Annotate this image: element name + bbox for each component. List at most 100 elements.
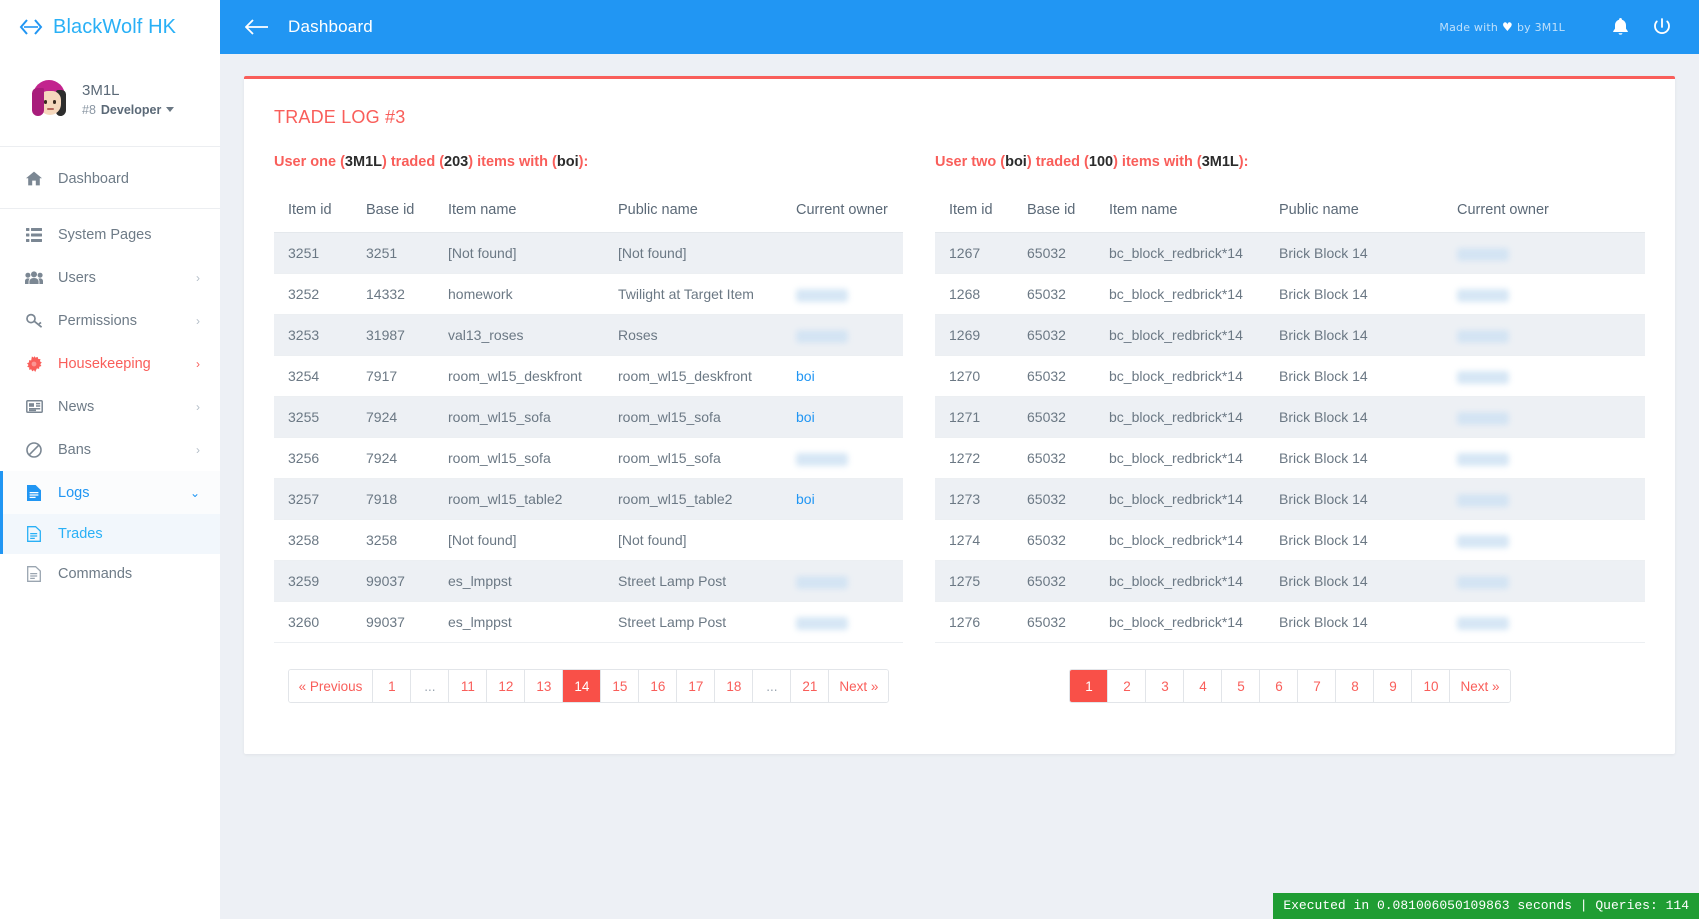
cell-current-owner[interactable]	[1443, 232, 1645, 274]
owner-link[interactable]: boi	[796, 409, 815, 425]
pagination-page-next[interactable]: Next »	[1450, 670, 1510, 702]
cell-current-owner	[782, 519, 903, 561]
pagination-page-18[interactable]: 18	[715, 670, 754, 702]
owner-redacted[interactable]	[1457, 329, 1509, 343]
main-area: Dashboard Made with ♥ by 3M1L TRADE LOG …	[220, 0, 1699, 919]
cell-current-owner[interactable]	[782, 273, 903, 315]
power-icon[interactable]	[1649, 14, 1675, 40]
owner-redacted[interactable]	[796, 452, 848, 466]
pagination-page-13[interactable]: 13	[525, 670, 564, 702]
cell-current-owner[interactable]	[782, 601, 903, 643]
pagination-page-9[interactable]: 9	[1374, 670, 1413, 702]
cell-current-owner[interactable]: boi	[782, 396, 903, 438]
pagination-page-7[interactable]: 7	[1298, 670, 1337, 702]
owner-redacted[interactable]	[1457, 452, 1509, 466]
sidebar-item-trades[interactable]: Trades	[0, 514, 220, 554]
cell-public-name: room_wl15_deskfront	[604, 355, 782, 397]
pagination-page-5[interactable]: 5	[1222, 670, 1261, 702]
cell-current-owner[interactable]	[1443, 601, 1645, 643]
card-title: TRADE LOG #3	[274, 107, 406, 127]
pagination-page-21[interactable]: 21	[791, 670, 830, 702]
brand[interactable]: BlackWolf HK	[0, 0, 220, 54]
table-row: 3254 7917 room_wl15_deskfront room_wl15_des…	[274, 355, 903, 397]
cell-public-name: Twilight at Target Item	[604, 273, 782, 315]
cell-current-owner[interactable]	[1443, 437, 1645, 479]
pagination-page-17[interactable]: 17	[677, 670, 716, 702]
cell-base-id: 65032	[1013, 232, 1095, 274]
bell-icon[interactable]	[1607, 14, 1633, 40]
owner-redacted[interactable]	[796, 329, 848, 343]
owner-redacted[interactable]	[1457, 575, 1509, 589]
cell-current-owner[interactable]	[1443, 355, 1645, 397]
pagination-page-1[interactable]: 1	[373, 670, 412, 702]
cell-public-name: Brick Block 14	[1265, 396, 1443, 438]
profile-rank[interactable]: #8 Developer	[82, 103, 175, 117]
owner-redacted[interactable]	[1457, 534, 1509, 548]
owner-redacted[interactable]	[796, 575, 848, 589]
pagination-page-16[interactable]: 16	[639, 670, 678, 702]
pagination-page-2[interactable]: 2	[1108, 670, 1147, 702]
column-header-item-name: Item name	[1095, 192, 1265, 233]
heading-text: User one (	[274, 154, 345, 170]
sidebar-item-system-pages[interactable]: System Pages	[0, 213, 220, 256]
profile[interactable]: 3M1L #8 Developer	[0, 54, 220, 147]
brand-name: BlackWolf HK	[53, 15, 177, 38]
sidebar-item-dashboard[interactable]: Dashboard	[0, 157, 220, 200]
trade-log-card: TRADE LOG #3 User one (3M1L) traded (203…	[244, 76, 1675, 754]
cell-current-owner[interactable]: boi	[782, 478, 903, 520]
cell-current-owner[interactable]	[782, 314, 903, 356]
cell-item-name: bc_block_redbrick*14	[1095, 560, 1265, 602]
sidebar-item-housekeeping[interactable]: Housekeeping ›	[0, 342, 220, 385]
sidebar-item-bans[interactable]: Bans ›	[0, 428, 220, 471]
cell-item-name: [Not found]	[434, 519, 604, 561]
right-pagination: 1 2 3 4 5 6 7 8 9 10 Next »	[935, 669, 1645, 703]
pagination-page-10[interactable]: 10	[1412, 670, 1451, 702]
owner-redacted[interactable]	[1457, 247, 1509, 261]
pagination-page-1[interactable]: 1	[1070, 670, 1109, 702]
sidebar-item-news[interactable]: News ›	[0, 385, 220, 428]
owner-redacted[interactable]	[1457, 493, 1509, 507]
cell-item-id: 1268	[935, 273, 1013, 315]
pagination-page-14[interactable]: 14	[563, 670, 602, 702]
cell-current-owner[interactable]	[1443, 396, 1645, 438]
cell-current-owner[interactable]	[1443, 519, 1645, 561]
owner-redacted[interactable]	[796, 288, 848, 302]
table-row: 3258 3258 [Not found] [Not found]	[274, 519, 903, 561]
owner-link[interactable]: boi	[796, 368, 815, 384]
sidebar-sub-label: Trades	[58, 526, 103, 542]
owner-redacted[interactable]	[1457, 411, 1509, 425]
cell-base-id: 65032	[1013, 273, 1095, 315]
cell-item-name: bc_block_redbrick*14	[1095, 437, 1265, 479]
column-header-public-name: Public name	[1265, 192, 1443, 233]
sidebar-item-commands[interactable]: Commands	[0, 554, 220, 594]
pagination-page-next[interactable]: Next »	[829, 670, 889, 702]
sidebar-item-logs[interactable]: Logs ⌄	[0, 471, 220, 514]
table-row: 3256 7924 room_wl15_sofa room_wl15_sofa	[274, 437, 903, 479]
pagination-page-11[interactable]: 11	[449, 670, 488, 702]
owner-redacted[interactable]	[1457, 370, 1509, 384]
back-arrow-icon[interactable]	[242, 12, 272, 42]
pagination-page-previous[interactable]: « Previous	[288, 670, 374, 702]
cell-current-owner[interactable]	[1443, 560, 1645, 602]
cell-current-owner[interactable]	[782, 560, 903, 602]
cell-item-id: 3254	[274, 355, 352, 397]
cell-item-name: [Not found]	[434, 232, 604, 274]
sidebar-item-permissions[interactable]: Permissions ›	[0, 299, 220, 342]
pagination-page-12[interactable]: 12	[487, 670, 526, 702]
cell-current-owner[interactable]	[1443, 314, 1645, 356]
cell-current-owner[interactable]	[1443, 478, 1645, 520]
pagination-page-3[interactable]: 3	[1146, 670, 1185, 702]
cell-current-owner[interactable]	[782, 437, 903, 479]
pagination-page-4[interactable]: 4	[1184, 670, 1223, 702]
cell-current-owner[interactable]	[1443, 273, 1645, 315]
owner-redacted[interactable]	[1457, 616, 1509, 630]
owner-redacted[interactable]	[796, 616, 848, 630]
cell-current-owner[interactable]: boi	[782, 355, 903, 397]
cell-base-id: 7917	[352, 355, 434, 397]
sidebar-item-users[interactable]: Users ›	[0, 256, 220, 299]
pagination-page-15[interactable]: 15	[601, 670, 640, 702]
pagination-page-8[interactable]: 8	[1336, 670, 1375, 702]
owner-redacted[interactable]	[1457, 288, 1509, 302]
pagination-page-6[interactable]: 6	[1260, 670, 1299, 702]
owner-link[interactable]: boi	[796, 491, 815, 507]
